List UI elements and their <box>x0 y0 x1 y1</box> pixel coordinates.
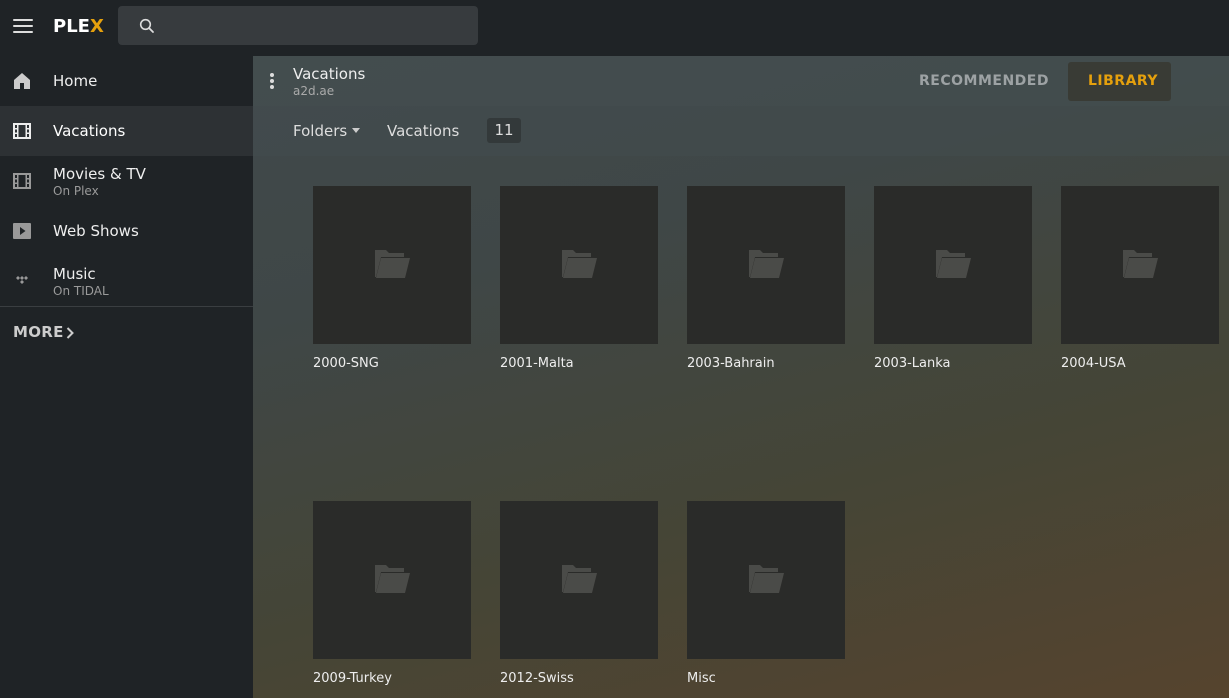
sidebar-item-label: Music <box>53 265 96 283</box>
folder-tile[interactable]: 2001-Malta <box>500 186 658 371</box>
item-count-badge: 11 <box>487 118 521 143</box>
sidebar-item-web-shows[interactable]: Web Shows <box>0 206 253 256</box>
folder-name: 2000-SNG <box>313 356 379 371</box>
breadcrumb[interactable]: Vacations <box>387 122 459 140</box>
more-button[interactable]: MORE <box>13 323 74 341</box>
play-icon <box>13 223 31 239</box>
folder-name: 2004-USA <box>1061 356 1126 371</box>
top-bar: PLEX <box>0 0 1229 56</box>
folder-icon <box>562 250 597 278</box>
menu-icon[interactable] <box>13 18 33 34</box>
library-header: Vacations a2d.ae RECOMMENDED LIBRARY <box>253 56 1229 106</box>
folder-tile[interactable]: 2012-Swiss <box>500 501 658 686</box>
folder-name: 2003-Lanka <box>874 356 951 371</box>
folder-icon <box>562 565 597 593</box>
folder-name: 2009-Turkey <box>313 671 392 686</box>
sidebar-item-label: Home <box>53 72 98 90</box>
folder-icon <box>375 250 410 278</box>
library-title[interactable]: Vacations <box>293 65 365 83</box>
more-label: MORE <box>13 323 64 341</box>
sidebar-item-home[interactable]: Home <box>0 56 253 106</box>
view-dropdown-label: Folders <box>293 122 348 140</box>
sidebar-item-label: Vacations <box>53 122 126 140</box>
folder-thumbnail <box>500 186 658 344</box>
chevron-right-icon <box>66 327 74 339</box>
folder-tile[interactable]: 2009-Turkey <box>313 501 471 686</box>
tab-library-label: LIBRARY <box>1088 73 1159 89</box>
film-icon <box>13 173 31 189</box>
sidebar-item-vacations[interactable]: Vacations <box>0 106 253 156</box>
folder-tile[interactable]: 2003-Lanka <box>874 186 1032 371</box>
logo-accent: X <box>89 16 104 37</box>
folder-tile[interactable]: 2003-Bahrain <box>687 186 845 371</box>
search-icon <box>139 18 154 33</box>
sidebar-item-movies-tv[interactable]: Movies & TV On Plex <box>0 156 253 206</box>
sidebar-item-label: Web Shows <box>53 222 139 240</box>
tab-recommended[interactable]: RECOMMENDED <box>919 73 1049 89</box>
sidebar-divider <box>0 306 253 307</box>
folder-thumbnail <box>687 501 845 659</box>
filter-bar: Folders Vacations 11 <box>253 106 1229 156</box>
folder-thumbnail <box>313 501 471 659</box>
folder-icon <box>936 250 971 278</box>
folder-name: Misc <box>687 671 716 686</box>
folder-icon <box>749 565 784 593</box>
folder-name: 2003-Bahrain <box>687 356 775 371</box>
caret-down-icon <box>352 128 361 133</box>
folder-name: 2001-Malta <box>500 356 574 371</box>
folder-icon <box>749 250 784 278</box>
sidebar-item-label: Movies & TV <box>53 165 146 183</box>
tidal-icon <box>14 276 28 284</box>
folder-thumbnail <box>1061 186 1219 344</box>
server-name: a2d.ae <box>293 84 335 98</box>
folder-name: 2012-Swiss <box>500 671 574 686</box>
folder-thumbnail <box>313 186 471 344</box>
sidebar-item-music[interactable]: Music On TIDAL <box>0 256 253 306</box>
folder-thumbnail <box>874 186 1032 344</box>
tab-library[interactable]: LIBRARY <box>1068 62 1171 101</box>
sidebar-item-sublabel: On TIDAL <box>53 284 109 298</box>
view-dropdown[interactable]: Folders <box>293 122 361 140</box>
plex-logo[interactable]: PLEX <box>53 16 104 37</box>
folder-thumbnail <box>500 501 658 659</box>
more-options-icon[interactable] <box>270 73 274 89</box>
folder-thumbnail <box>687 186 845 344</box>
main-content: Vacations a2d.ae RECOMMENDED LIBRARY Fol… <box>253 56 1229 698</box>
sidebar: Home Vacations Movies & TV On Plex Web S… <box>0 56 253 698</box>
film-icon <box>13 123 31 139</box>
folder-tile[interactable]: Misc <box>687 501 845 686</box>
folder-tile[interactable]: 2000-SNG <box>313 186 471 371</box>
folder-icon <box>375 565 410 593</box>
home-icon <box>14 73 30 89</box>
sidebar-item-sublabel: On Plex <box>53 184 99 198</box>
folder-icon <box>1123 250 1158 278</box>
folder-tile[interactable]: 2004-USA <box>1061 186 1219 371</box>
search-input[interactable] <box>118 6 478 45</box>
logo-text: PLE <box>53 16 90 37</box>
